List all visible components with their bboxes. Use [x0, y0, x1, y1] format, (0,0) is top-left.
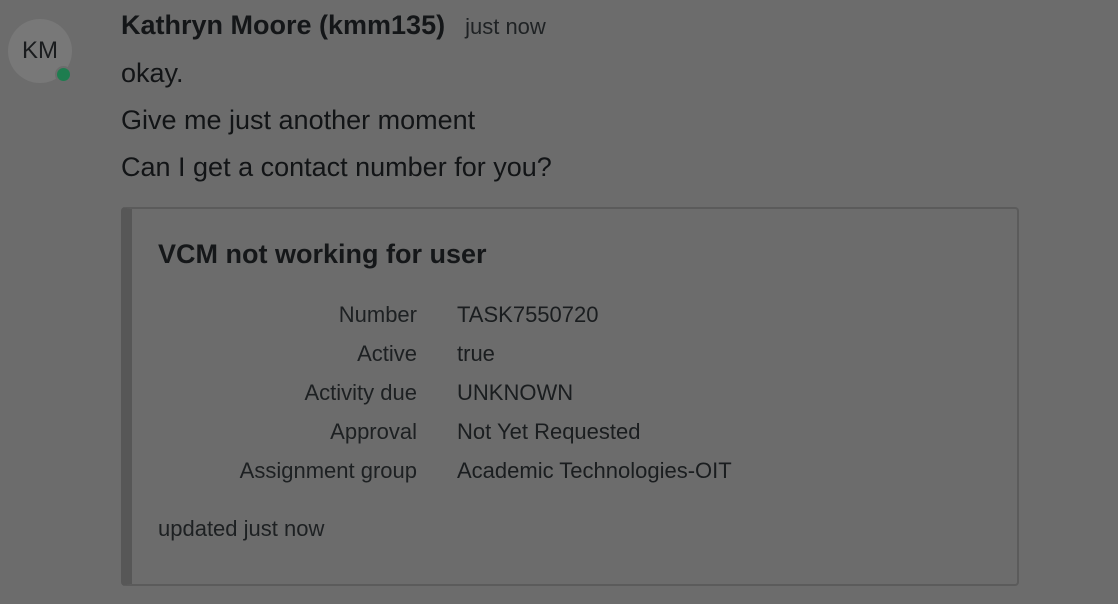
field-value: TASK7550720 [457, 301, 599, 327]
task-card-fields: Number TASK7550720 Active true Activity … [132, 295, 1017, 490]
message-timestamp: just now [465, 14, 546, 39]
task-card: VCM not working for user Number TASK7550… [121, 207, 1019, 586]
message-text: okay. [121, 58, 184, 88]
field-label: Number [338, 301, 417, 327]
task-card-title[interactable]: VCM not working for user [158, 239, 487, 270]
chat-message: KM Kathryn Moore (kmm135) just now okay.… [0, 0, 1118, 604]
field-label: Approval [330, 418, 417, 444]
field-label: Active [357, 340, 417, 366]
field-row-activity-due: Activity due UNKNOWN [132, 373, 1017, 412]
message-text: Can I get a contact number for you? [121, 152, 552, 182]
field-value: Not Yet Requested [457, 418, 641, 444]
field-label: Activity due [304, 379, 418, 405]
message-text: Give me just another moment [121, 105, 476, 135]
presence-online-icon [55, 66, 72, 83]
field-row-assignment-group: Assignment group Academic Technologies-O… [132, 451, 1017, 490]
field-row-active: Active true [132, 334, 1017, 373]
sender-name[interactable]: Kathryn Moore (kmm135) [121, 10, 445, 41]
field-label: Assignment group [239, 457, 417, 483]
message-body: Kathryn Moore (kmm135) just now okay. Gi… [121, 10, 1118, 191]
avatar-initials: KM [22, 37, 58, 64]
task-card-updated: updated just now [158, 516, 325, 541]
field-row-number: Number TASK7550720 [132, 295, 1017, 334]
message-header: Kathryn Moore (kmm135) just now [121, 10, 1118, 50]
field-value: true [457, 340, 495, 366]
field-value: UNKNOWN [457, 379, 574, 405]
field-value: Academic Technologies-OIT [457, 457, 732, 483]
field-row-approval: Approval Not Yet Requested [132, 412, 1017, 451]
